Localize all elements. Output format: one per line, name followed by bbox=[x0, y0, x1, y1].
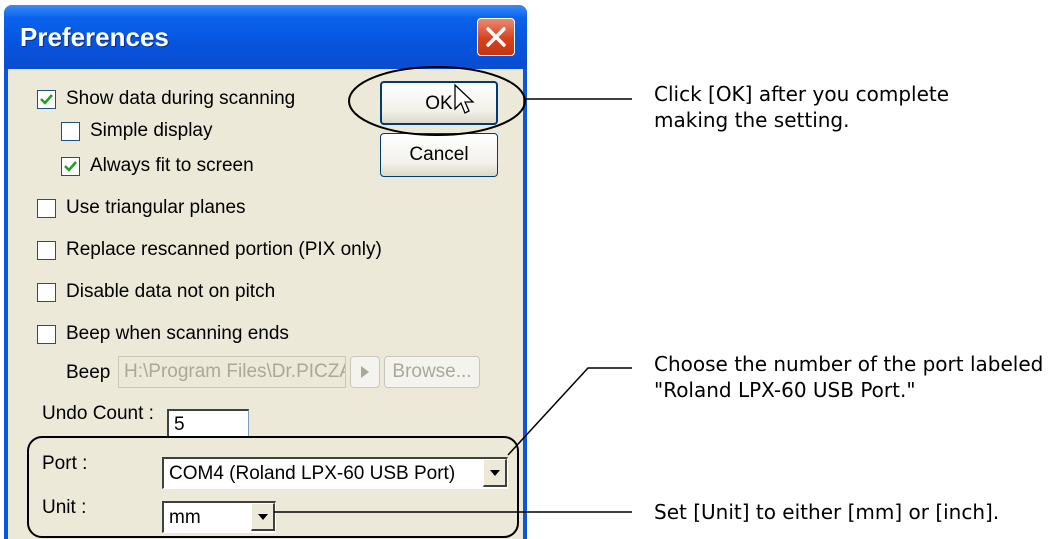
ok-highlight-ellipse bbox=[348, 66, 526, 136]
port-annotation-line1: Choose the number of the port labeled bbox=[654, 352, 1044, 376]
mouse-cursor-icon bbox=[454, 83, 475, 114]
ok-annotation: Click [OK] after you complete making the… bbox=[654, 81, 949, 133]
unit-annotation-line1: Set [Unit] to either [mm] or [inch]. bbox=[654, 500, 1000, 524]
ok-annotation-line1: Click [OK] after you complete bbox=[654, 82, 950, 106]
port-unit-highlight bbox=[27, 436, 519, 538]
port-callout-line bbox=[507, 367, 632, 456]
port-annotation-line2: "Roland LPX-60 USB Port." bbox=[654, 378, 916, 402]
ok-annotation-line2: making the setting. bbox=[654, 108, 850, 132]
port-annotation: Choose the number of the port labeled "R… bbox=[654, 351, 1043, 403]
unit-annotation: Set [Unit] to either [mm] or [inch]. bbox=[654, 499, 999, 525]
